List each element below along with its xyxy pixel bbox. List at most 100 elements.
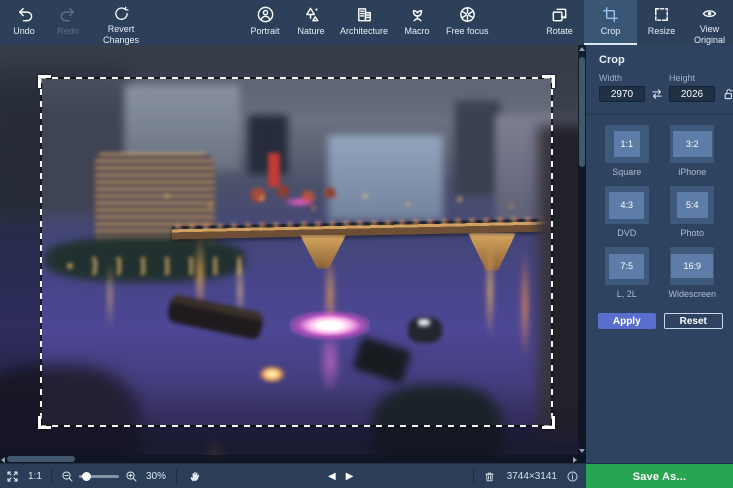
reset-button[interactable]: Reset <box>664 313 724 329</box>
horizontal-scrollbar[interactable] <box>0 455 586 463</box>
preset-dvd[interactable]: 4:3 DVD <box>594 186 660 238</box>
preset-ratio: 1:1 <box>620 139 633 149</box>
preset-ratio: 3:2 <box>686 139 699 149</box>
preset-photo[interactable]: 5:4 Photo <box>660 186 726 238</box>
zoom-out-button[interactable] <box>57 464 77 488</box>
revert-changes-icon <box>112 5 131 22</box>
save-as-button[interactable]: Save As... <box>586 464 733 488</box>
hand-tool-button[interactable] <box>182 464 208 488</box>
tab-view-original-label: View Original <box>694 24 725 45</box>
mode-nature[interactable]: Nature <box>288 0 334 45</box>
info-icon <box>566 470 579 483</box>
tool-tabs: Rotate Crop Resize View Original <box>535 0 733 45</box>
revert-changes-button[interactable]: Revert Changes <box>90 0 152 45</box>
preset-ratio: 16:9 <box>683 261 701 271</box>
vertical-scrollbar-thumb[interactable] <box>579 57 585 167</box>
mode-macro-label: Macro <box>405 26 430 36</box>
next-photo-button[interactable]: ▶ <box>346 471 354 482</box>
crop-handle-topright[interactable] <box>542 75 555 88</box>
aspect-lock-button[interactable] <box>722 87 733 101</box>
resize-icon <box>652 5 671 24</box>
redo-icon <box>59 5 78 24</box>
preset-widescreen[interactable]: 16:9 Widescreen <box>660 247 726 299</box>
crop-handle-bottomright[interactable] <box>542 416 555 429</box>
crop-dim-overlay <box>0 77 40 427</box>
zoom-slider[interactable] <box>79 464 119 488</box>
previous-photo-button[interactable]: ◀ <box>328 471 336 482</box>
image-info-button[interactable] <box>564 464 580 488</box>
tab-resize[interactable]: Resize <box>637 0 686 45</box>
image-meta-group: 3744×3141 <box>468 464 580 488</box>
preset-iphone[interactable]: 3:2 iPhone <box>660 125 726 177</box>
mode-macro[interactable]: Macro <box>394 0 440 45</box>
open-lock-icon <box>722 87 733 101</box>
swap-arrows-icon <box>650 87 664 101</box>
mode-group: Portrait Nature Architecture Macro Free … <box>242 0 495 45</box>
undo-button[interactable]: Undo <box>2 0 46 45</box>
top-toolbar: Undo Redo Revert Changes Portrait Nature <box>0 0 733 45</box>
aspect-preset-grid: 1:1 Square 3:2 iPhone 4:3 DVD 5:4 Photo … <box>586 115 733 299</box>
crop-marquee[interactable] <box>40 77 553 427</box>
preset-frame: 3:2 <box>670 125 714 163</box>
actual-size-button[interactable]: 1:1 <box>24 471 46 482</box>
crop-panel-title: Crop <box>586 45 733 73</box>
zoom-slider-knob[interactable] <box>82 472 91 481</box>
crop-handle-bottomleft[interactable] <box>38 416 51 429</box>
magnifier-minus-icon <box>61 470 74 483</box>
undo-icon <box>15 5 34 24</box>
architecture-icon <box>355 5 374 24</box>
preset-l-2l[interactable]: 7:5 L, 2L <box>594 247 660 299</box>
crop-edge-right[interactable] <box>551 77 553 427</box>
image-dimensions: 3744×3141 <box>507 471 557 482</box>
undo-label: Undo <box>13 26 35 36</box>
mode-free-focus[interactable]: Free focus <box>440 0 495 45</box>
crop-panel: Crop Width Height 1:1 Square 3 <box>586 45 733 463</box>
mode-free-focus-label: Free focus <box>446 26 489 36</box>
crop-edge-left[interactable] <box>40 77 42 427</box>
crop-icon <box>601 5 620 24</box>
preset-frame: 7:5 <box>605 247 649 285</box>
horizontal-scrollbar-thumb[interactable] <box>7 456 75 462</box>
preset-label: iPhone <box>678 167 706 177</box>
tab-rotate[interactable]: Rotate <box>535 0 584 45</box>
photo-navigation: ◀ ▶ <box>328 464 353 488</box>
preset-label: DVD <box>617 228 636 238</box>
height-label: Height <box>669 73 715 83</box>
crop-edge-bottom[interactable] <box>40 425 553 427</box>
mode-portrait[interactable]: Portrait <box>242 0 288 45</box>
redo-button[interactable]: Redo <box>46 0 90 45</box>
zoom-percentage: 30% <box>141 471 171 482</box>
scroll-down-arrow-icon[interactable] <box>579 449 585 453</box>
height-field-group: Height <box>669 73 715 102</box>
tab-crop[interactable]: Crop <box>584 0 637 45</box>
separator <box>176 469 177 484</box>
width-field-group: Width <box>599 73 645 102</box>
zoom-in-button[interactable] <box>121 464 141 488</box>
vertical-scrollbar[interactable] <box>578 45 586 463</box>
apply-button[interactable]: Apply <box>598 313 656 329</box>
mode-architecture[interactable]: Architecture <box>334 0 394 45</box>
free-focus-icon <box>458 5 477 24</box>
tab-view-original[interactable]: View Original <box>686 0 733 45</box>
hand-icon <box>188 469 203 484</box>
crop-size-row: Width Height <box>586 73 733 115</box>
tab-crop-label: Crop <box>601 26 621 36</box>
width-input[interactable] <box>599 86 645 102</box>
photo-canvas <box>0 45 586 463</box>
preset-square[interactable]: 1:1 Square <box>594 125 660 177</box>
crop-edge-top[interactable] <box>40 77 553 79</box>
height-input[interactable] <box>669 86 715 102</box>
preset-ratio: 4:3 <box>620 200 633 210</box>
fit-to-screen-button[interactable] <box>0 464 24 488</box>
crop-handle-topleft[interactable] <box>38 75 51 88</box>
rotate-icon <box>550 5 569 24</box>
swap-dimensions-button[interactable] <box>650 87 664 101</box>
eye-icon <box>700 5 719 22</box>
tab-rotate-label: Rotate <box>546 26 573 36</box>
trash-icon <box>483 470 496 483</box>
portrait-icon <box>256 5 275 24</box>
preset-frame: 1:1 <box>605 125 649 163</box>
delete-photo-button[interactable] <box>479 464 501 488</box>
magnifier-plus-icon <box>125 470 138 483</box>
scroll-up-arrow-icon[interactable] <box>579 47 585 51</box>
